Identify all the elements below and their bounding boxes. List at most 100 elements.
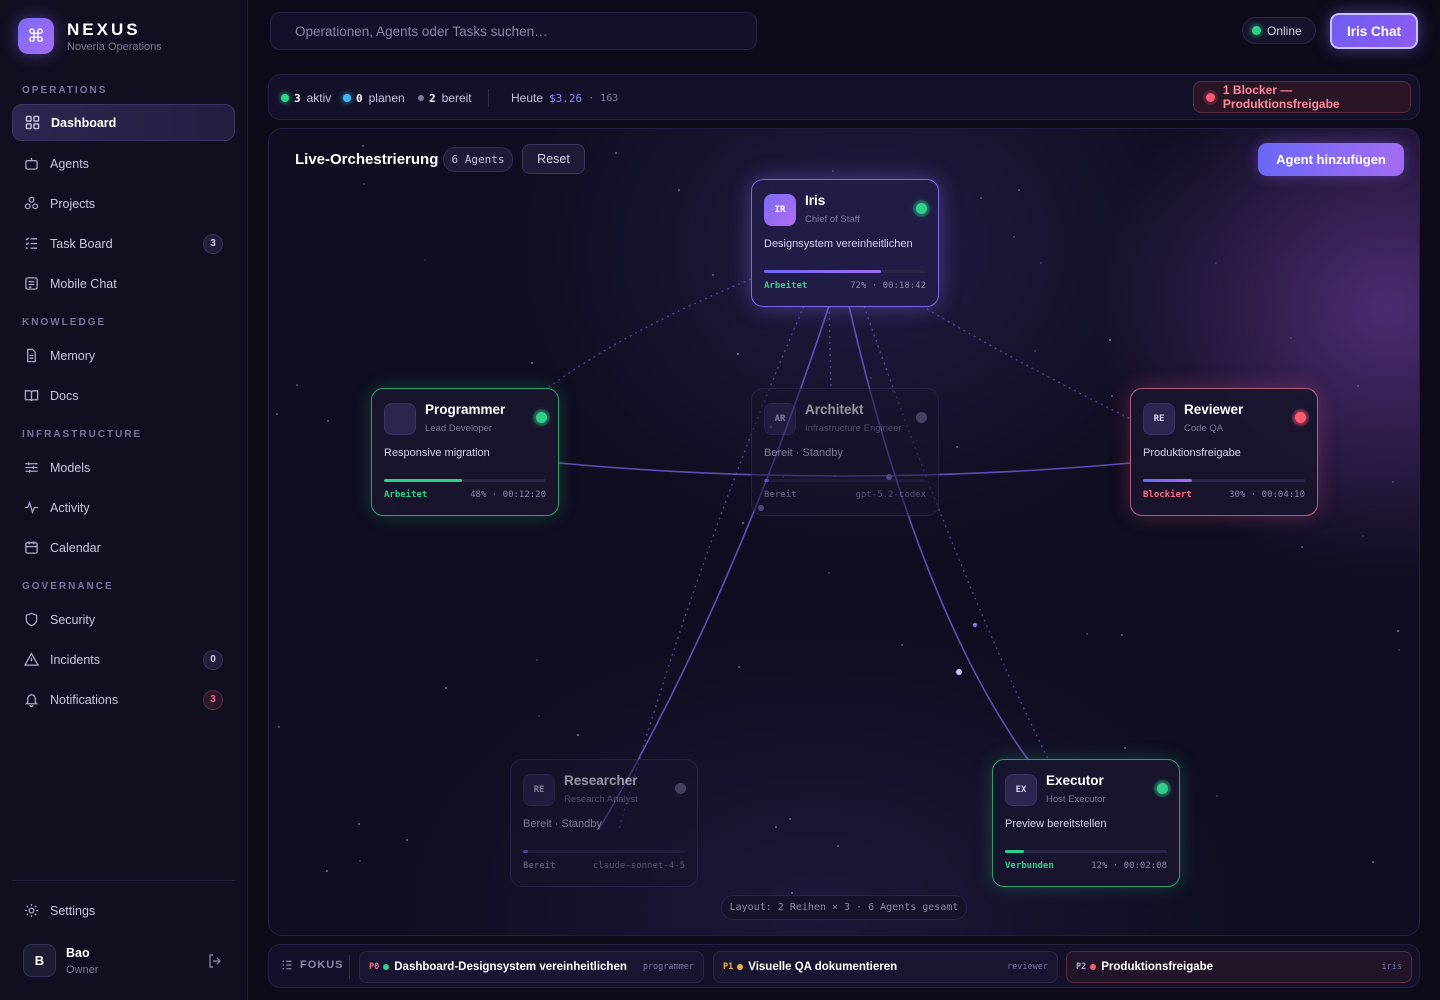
focus-item-p1[interactable]: P1 Visuelle QA dokumentieren reviewer [713, 951, 1058, 983]
edge-node-4 [973, 623, 977, 627]
agent-state: Arbeitet [384, 490, 428, 500]
iris-chat-button[interactable]: Iris Chat [1330, 13, 1418, 49]
focus-divider [349, 955, 350, 979]
avatar[interactable]: B [23, 944, 56, 977]
sidebar-item-label: Security [50, 612, 96, 627]
canvas-title: Live-Orchestrierung [295, 151, 439, 168]
alert-icon [23, 652, 39, 668]
agent-card-executor[interactable]: EX Executor Host Executor Preview bereit… [992, 759, 1180, 887]
focus-owner: iris [1381, 962, 1402, 972]
sidebar-item-label: Mobile Chat [50, 276, 117, 291]
agent-badge: EX [1005, 774, 1037, 806]
grid-icon [24, 115, 40, 131]
sidebar-item-projects[interactable]: Projects [12, 185, 235, 222]
nav-section-infrastructure: INFRASTRUCTURE [22, 429, 143, 440]
sidebar-item-calendar[interactable]: Calendar [12, 529, 235, 566]
focus-item-p0[interactable]: P0 Dashboard-Designsystem vereinheitlich… [359, 951, 704, 983]
reset-button[interactable]: Reset [522, 144, 585, 174]
status-indicator [1157, 783, 1168, 794]
agent-card-iris[interactable]: IR Iris Chief of Staff Designsystem vere… [751, 179, 939, 307]
agent-role: Host Executor [1046, 794, 1106, 805]
ready-count: 2 [429, 91, 436, 105]
blocker-dot [1206, 92, 1215, 102]
stat-today: Heute $3.26 · 163 [511, 91, 618, 105]
status-dot [737, 964, 744, 970]
sidebar-item-label: Dashboard [51, 115, 117, 130]
document-icon [23, 348, 39, 364]
sidebar-divider [12, 880, 235, 881]
sidebar-item-notifications[interactable]: Notifications 3 [12, 681, 235, 718]
agent-task: Bereit · Standby [523, 818, 602, 830]
brand-name: NEXUS [67, 19, 141, 39]
status-indicator [916, 203, 927, 214]
agent-card-programmer[interactable]: Programmer Lead Developer Responsive mig… [371, 388, 559, 516]
agent-name: Executor [1046, 773, 1104, 788]
list-icon [281, 959, 293, 971]
agent-badge [384, 403, 416, 435]
focus-title: Produktionsfreigabe [1101, 961, 1214, 973]
sidebar-item-label: Docs [50, 388, 79, 403]
agent-badge: RE [523, 774, 555, 806]
sidebar-item-incidents[interactable]: Incidents 0 [12, 641, 235, 678]
agent-card-researcher[interactable]: RE Researcher Research Analyst Bereit · … [510, 759, 698, 887]
stat-planning: 0 planen [343, 91, 405, 105]
sidebar-item-label: Agents [50, 156, 89, 171]
online-label: Online [1267, 23, 1302, 38]
agent-task: Produktionsfreigabe [1143, 447, 1241, 459]
stat-active: 3 aktiv [281, 91, 331, 105]
sidebar-item-memory[interactable]: Memory [12, 337, 235, 374]
sidebar-item-models[interactable]: Models [12, 449, 235, 486]
agent-state: Blockiert [1143, 490, 1192, 500]
agent-card-architekt[interactable]: AR Architekt Infrastructure Engineer Ber… [751, 388, 939, 516]
progress-fill [384, 479, 462, 482]
list-icon [23, 236, 39, 252]
blocker-alert[interactable]: 1 Blocker — Produktionsfreigabe [1193, 81, 1411, 113]
planning-count: 0 [356, 91, 363, 105]
agent-badge: IR [764, 194, 796, 226]
message-icon [23, 276, 39, 292]
logout-icon[interactable] [207, 953, 223, 974]
agent-name: Reviewer [1184, 402, 1244, 417]
agent-state: Verbunden [1005, 861, 1054, 871]
add-agent-button[interactable]: Agent hinzufügen [1258, 143, 1404, 176]
agent-name: Programmer [425, 402, 506, 417]
nav-section-operations: OPERATIONS [22, 85, 108, 96]
brand[interactable]: ⌘ NEXUS Noveria Operations [18, 18, 162, 54]
online-status[interactable]: Online [1242, 17, 1316, 44]
sidebar-item-docs[interactable]: Docs [12, 377, 235, 414]
stats-divider [488, 89, 489, 107]
status-indicator [675, 783, 686, 794]
edge-iris-researcher [598, 305, 830, 830]
edge-dotted-iris-researcher [618, 305, 805, 830]
search-input[interactable]: Operationen, Agents oder Tasks suchen… [270, 12, 757, 50]
focus-owner: programmer [642, 962, 694, 972]
edge-dotted-iris-reviewer [926, 308, 1132, 420]
bot-icon [23, 156, 39, 172]
sidebar-item-label: Calendar [50, 540, 101, 555]
focus-item-p2[interactable]: P2 Produktionsfreigabe iris [1066, 951, 1412, 983]
agent-card-reviewer[interactable]: RE Reviewer Code QA Produktionsfreigabe … [1130, 388, 1318, 516]
sidebar-item-task-board[interactable]: Task Board 3 [12, 225, 235, 262]
orchestration-canvas[interactable]: Live-Orchestrierung 6 Agents Reset Agent… [268, 128, 1420, 936]
gear-icon [23, 903, 39, 919]
sidebar-item-security[interactable]: Security [12, 601, 235, 638]
agent-state: Bereit [764, 490, 797, 500]
sidebar-item-label: Task Board [50, 236, 113, 251]
agent-badge: RE [1143, 403, 1175, 435]
agent-meta: 72% · 00:18:42 [850, 281, 926, 291]
edge-dotted-iris-programmer [548, 278, 752, 388]
activity-icon [23, 500, 39, 516]
agent-role: Research Analyst [564, 794, 638, 805]
agent-task: Preview bereitstellen [1005, 818, 1107, 830]
sidebar-item-dashboard[interactable]: Dashboard [12, 104, 235, 141]
agent-role: Code QA [1184, 423, 1224, 434]
agent-meta: claude-sonnet-4-5 [592, 861, 685, 871]
sidebar-item-activity[interactable]: Activity [12, 489, 235, 526]
sidebar-item-settings[interactable]: Settings [12, 892, 235, 929]
user-role: Owner [66, 964, 99, 976]
progress-track [764, 270, 926, 273]
sidebar-item-mobile-chat[interactable]: Mobile Chat [12, 265, 235, 302]
progress-fill [523, 850, 528, 853]
focus-label: FOKUS [281, 959, 344, 971]
sidebar-item-agents[interactable]: Agents [12, 145, 235, 182]
